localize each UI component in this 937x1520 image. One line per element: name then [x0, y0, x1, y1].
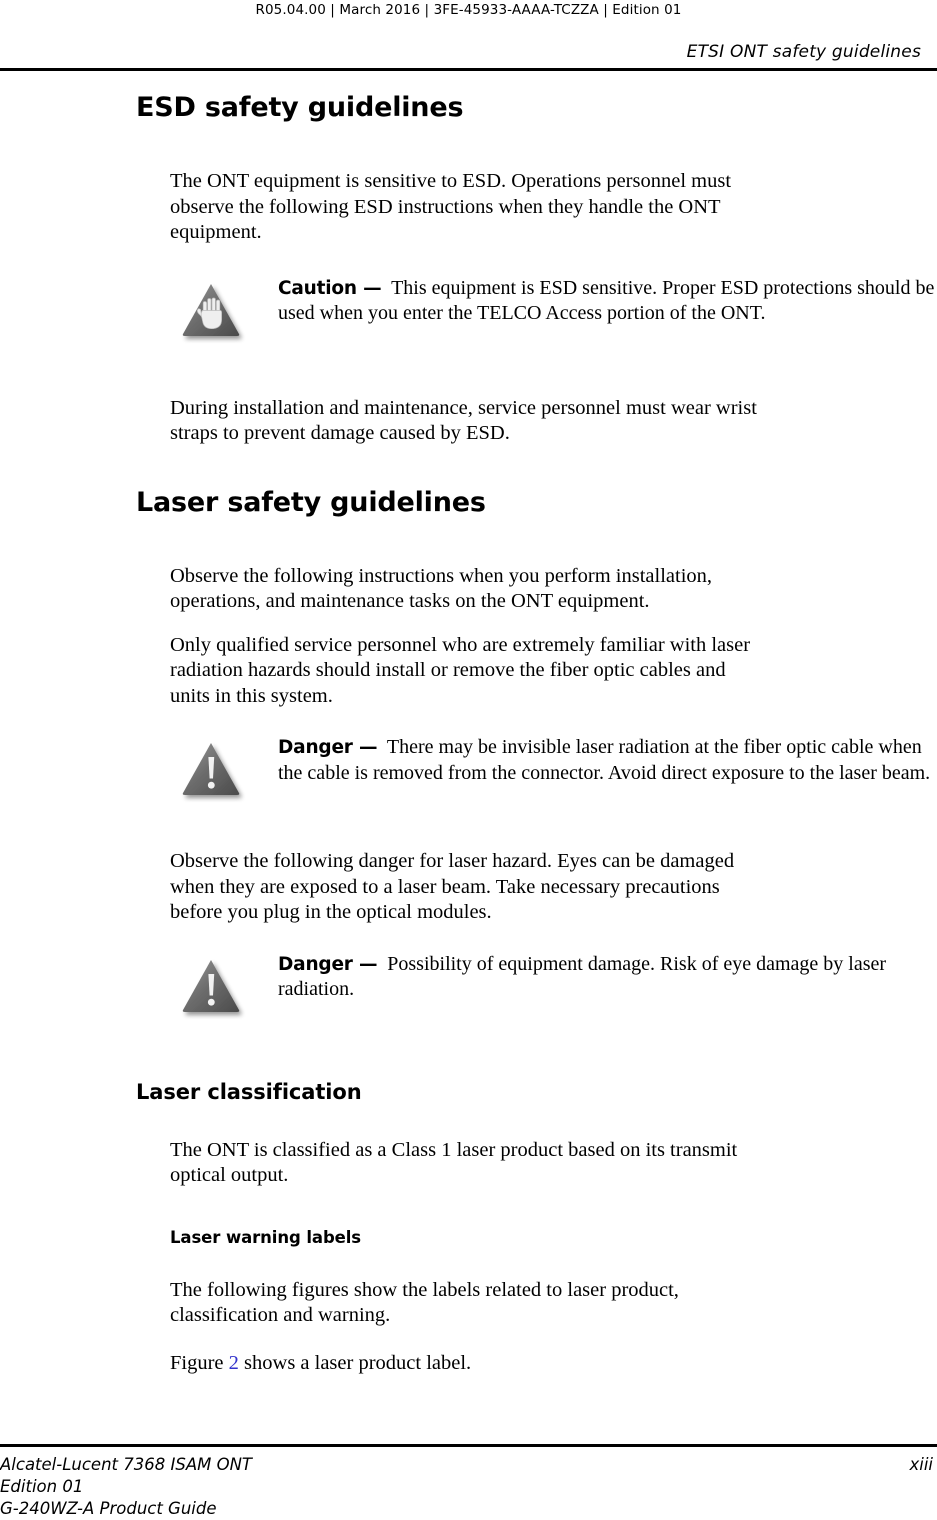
- heading-laser-warning-labels: Laser warning labels: [170, 1227, 362, 1247]
- heading-esd-safety-guidelines: ESD safety guidelines: [136, 92, 464, 123]
- document-page: R05.04.00 | March 2016 | 3FE-45933-AAAA-…: [0, 0, 937, 1520]
- caution-hand-triangle-icon: [178, 278, 248, 348]
- chapter-title-header: ETSI ONT safety guidelines: [686, 42, 921, 62]
- paragraph-laser-safety-1: Observe the following instructions when …: [170, 564, 713, 613]
- admonition-danger-laser-radiation: Danger — There may be invisible laser ra…: [0, 735, 937, 809]
- footer-product-info: Alcatel-Lucent 7368 ISAM ONT Edition 01 …: [0, 1455, 253, 1518]
- paragraph-esd-intro: The ONT equipment is sensitive to ESD. O…: [170, 170, 732, 244]
- figure-ref-prefix: Figure: [170, 1351, 229, 1374]
- figure-ref-suffix: shows a laser product label.: [238, 1351, 472, 1374]
- admonition-danger-1-label: Danger —: [278, 737, 378, 759]
- admonition-danger-1-body: Danger — There may be invisible laser ra…: [278, 735, 937, 786]
- footer-page-number: xiii: [909, 1455, 933, 1474]
- header-rule: [0, 68, 937, 71]
- admonition-caution-label: Caution —: [278, 277, 382, 299]
- admonition-danger-equipment-damage: Danger — Possibility of equipment damage…: [0, 952, 937, 1026]
- paragraph-laser-safety-3: Observe the following danger for laser h…: [170, 850, 735, 924]
- admonition-caution-body: Caution — This equipment is ESD sensitiv…: [278, 276, 937, 327]
- paragraph-laser-warning-labels: The following figures show the labels re…: [170, 1278, 679, 1327]
- footer-rule: [0, 1444, 937, 1447]
- danger-exclamation-triangle-icon: [178, 737, 248, 807]
- admonition-danger-2-body: Danger — Possibility of equipment damage…: [278, 952, 937, 1003]
- document-id-header: R05.04.00 | March 2016 | 3FE-45933-AAAA-…: [255, 2, 682, 18]
- paragraph-laser-safety-2: Only qualified service personnel who are…: [170, 633, 751, 707]
- danger-exclamation-triangle-icon: [178, 954, 248, 1024]
- heading-laser-classification: Laser classification: [136, 1079, 362, 1104]
- admonition-caution-esd: Caution — This equipment is ESD sensitiv…: [0, 276, 937, 350]
- admonition-danger-2-label: Danger —: [278, 953, 378, 975]
- heading-laser-safety-guidelines: Laser safety guidelines: [136, 486, 486, 518]
- page-content: ESD safety guidelines The ONT equipment …: [0, 92, 937, 1376]
- paragraph-esd-outro: During installation and maintenance, ser…: [170, 396, 757, 445]
- paragraph-figure-reference: Figure 2 shows a laser product label.: [0, 1351, 770, 1377]
- figure-2-link[interactable]: 2: [229, 1352, 239, 1374]
- paragraph-laser-classification-1: The ONT is classified as a Class 1 laser…: [170, 1138, 738, 1187]
